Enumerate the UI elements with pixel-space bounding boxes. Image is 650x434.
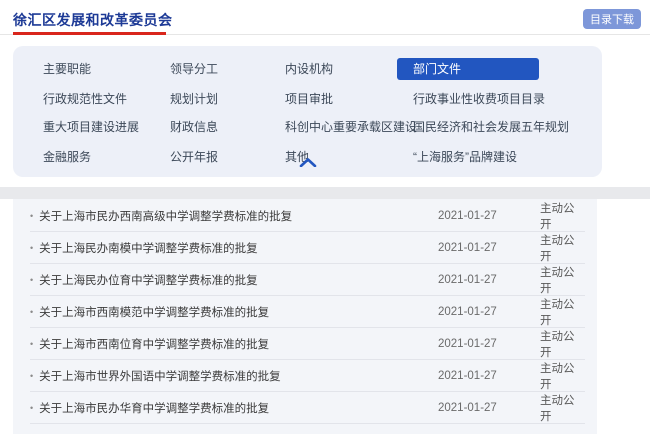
menu-item[interactable]: 内设机构: [285, 62, 333, 77]
menu-collapse-button[interactable]: [299, 158, 317, 167]
menu-item[interactable]: 行政事业性收费项目目录: [413, 92, 581, 107]
document-link[interactable]: 关于上海市世界外国语中学调整学费标准的批复: [39, 368, 438, 384]
document-link[interactable]: 关于上海民办位育中学调整学费标准的批复: [39, 272, 438, 288]
bullet-icon: •: [30, 243, 33, 253]
document-status: 主动公开: [540, 296, 585, 328]
list-item: • 关于上海市西南位育中学调整学费标准的批复2021-01-27 主动公开: [30, 328, 585, 360]
directory-download-button[interactable]: 目录下载: [583, 9, 641, 29]
document-list-panel: •关于上海市民办西南高级中学调整学费标准的批复2021-01-27主动公开•关于…: [13, 199, 597, 434]
document-date: 2021-01-27: [438, 210, 510, 222]
bullet-icon: •: [30, 339, 33, 349]
menu-item[interactable]: 项目审批: [285, 92, 333, 107]
list-item: • 关于上海市民办华育中学调整学费标准的批复2021-01-27 主动公开: [30, 392, 585, 424]
document-link[interactable]: 关于上海市西南模范中学调整学费标准的批复: [39, 304, 438, 320]
document-date: 2021-01-27: [438, 306, 510, 318]
menu-item[interactable]: 金融服务: [43, 150, 91, 165]
list-item: • 关于上海民办南模中学调整学费标准的批复2021-01-27 主动公开: [30, 232, 585, 264]
menu-item[interactable]: 重大项目建设进展: [43, 120, 139, 135]
document-link[interactable]: 关于上海市民办西南高级中学调整学费标准的批复: [39, 208, 438, 224]
title-underline: [13, 32, 166, 35]
bullet-icon: •: [30, 403, 33, 413]
menu-item[interactable]: 规划计划: [170, 92, 218, 107]
menu-item[interactable]: 财政信息: [170, 120, 218, 135]
document-date: 2021-01-27: [438, 242, 510, 254]
document-status: 主动公开: [540, 232, 585, 264]
bullet-icon: •: [30, 307, 33, 317]
document-link[interactable]: 关于上海市西南位育中学调整学费标准的批复: [39, 336, 438, 352]
document-status: 主动公开: [540, 360, 585, 392]
menu-item[interactable]: 国民经济和社会发展五年规划: [413, 120, 581, 135]
page: 徐汇区发展和改革委员会 目录下载 主要职能 领导分工 内设机构 部门文件行政规范性文件…: [0, 0, 650, 434]
document-date: 2021-01-27: [438, 274, 510, 286]
menu-item[interactable]: 主要职能: [43, 62, 91, 77]
menu-item[interactable]: 部门文件: [397, 58, 539, 80]
menu-item[interactable]: “上海服务”品牌建设: [413, 150, 581, 165]
document-link[interactable]: 关于上海市民办华育中学调整学费标准的批复: [39, 400, 438, 416]
document-status: 主动公开: [540, 264, 585, 296]
menu-item[interactable]: 行政规范性文件: [43, 92, 127, 107]
list-item: • 关于上海市世界外国语中学调整学费标准的批复2021-01-27 主动公开: [30, 360, 585, 392]
list-item: • 关于上海市民办西南高级中学调整学费标准的批复2021-01-27 主动公开: [30, 200, 585, 232]
bullet-icon: •: [30, 275, 33, 285]
chevron-up-icon: [299, 158, 317, 167]
list-item: • 关于上海市西南模范中学调整学费标准的批复2021-01-27 主动公开: [30, 296, 585, 328]
menu-item[interactable]: 公开年报: [170, 150, 218, 165]
section-separator: [0, 187, 650, 199]
document-date: 2021-01-27: [438, 370, 510, 382]
document-status: 主动公开: [540, 200, 585, 232]
page-title: 徐汇区发展和改革委员会: [13, 10, 173, 30]
menu-item[interactable]: 科创中心重要承载区建设: [285, 120, 417, 135]
document-status: 主动公开: [540, 392, 585, 424]
document-date: 2021-01-27: [438, 338, 510, 350]
bullet-icon: •: [30, 211, 33, 221]
document-link[interactable]: 关于上海民办南模中学调整学费标准的批复: [39, 240, 438, 256]
category-menu-panel: 主要职能 领导分工 内设机构 部门文件行政规范性文件 规划计划 项目审批 行政事业性收费项目…: [13, 46, 602, 177]
list-item: • 关于上海民办位育中学调整学费标准的批复2021-01-27 主动公开: [30, 264, 585, 296]
bullet-icon: •: [30, 371, 33, 381]
document-status: 主动公开: [540, 328, 585, 360]
document-date: 2021-01-27: [438, 402, 510, 414]
menu-item[interactable]: 领导分工: [170, 62, 218, 77]
